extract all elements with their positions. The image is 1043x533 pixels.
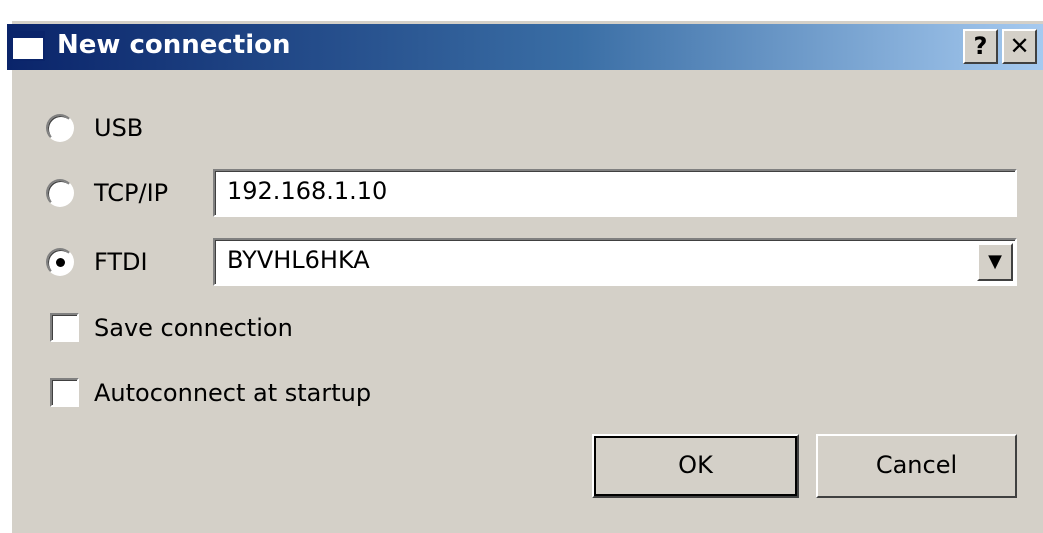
usb-radio[interactable] — [46, 114, 74, 142]
help-button[interactable]: ? — [963, 29, 998, 64]
save-connection-checkbox[interactable] — [50, 313, 79, 342]
autoconnect-checkbox-row[interactable]: Autoconnect at startup — [50, 378, 410, 410]
window-icon — [11, 31, 45, 61]
tcp-radio[interactable] — [46, 179, 74, 207]
ftdi-selected-value: BYVHL6HKA — [227, 246, 370, 274]
ftdi-label: FTDI — [94, 248, 148, 276]
save-connection-label: Save connection — [94, 314, 293, 342]
ftdi-device-select[interactable]: BYVHL6HKA ▼ — [213, 238, 1017, 286]
ftdi-radio[interactable] — [46, 248, 74, 276]
cancel-button[interactable]: Cancel — [816, 434, 1017, 498]
ftdi-radio-row[interactable]: FTDI — [46, 244, 206, 280]
usb-label: USB — [94, 114, 144, 142]
usb-radio-row[interactable]: USB — [46, 110, 246, 146]
autoconnect-label: Autoconnect at startup — [94, 379, 372, 407]
window-title: New connection — [57, 30, 291, 60]
save-connection-checkbox-row[interactable]: Save connection — [50, 313, 350, 345]
tcp-radio-row[interactable]: TCP/IP — [46, 175, 206, 211]
tcp-address-input[interactable]: 192.168.1.10 — [213, 169, 1017, 217]
title-bar[interactable]: New connection ? ✕ — [7, 24, 1043, 70]
chevron-down-icon[interactable]: ▼ — [977, 243, 1013, 281]
autoconnect-checkbox[interactable] — [50, 378, 79, 407]
radio-selected-dot — [56, 258, 65, 267]
ok-button[interactable]: OK — [592, 434, 799, 498]
tcp-label: TCP/IP — [94, 179, 169, 207]
close-button[interactable]: ✕ — [1002, 29, 1037, 64]
